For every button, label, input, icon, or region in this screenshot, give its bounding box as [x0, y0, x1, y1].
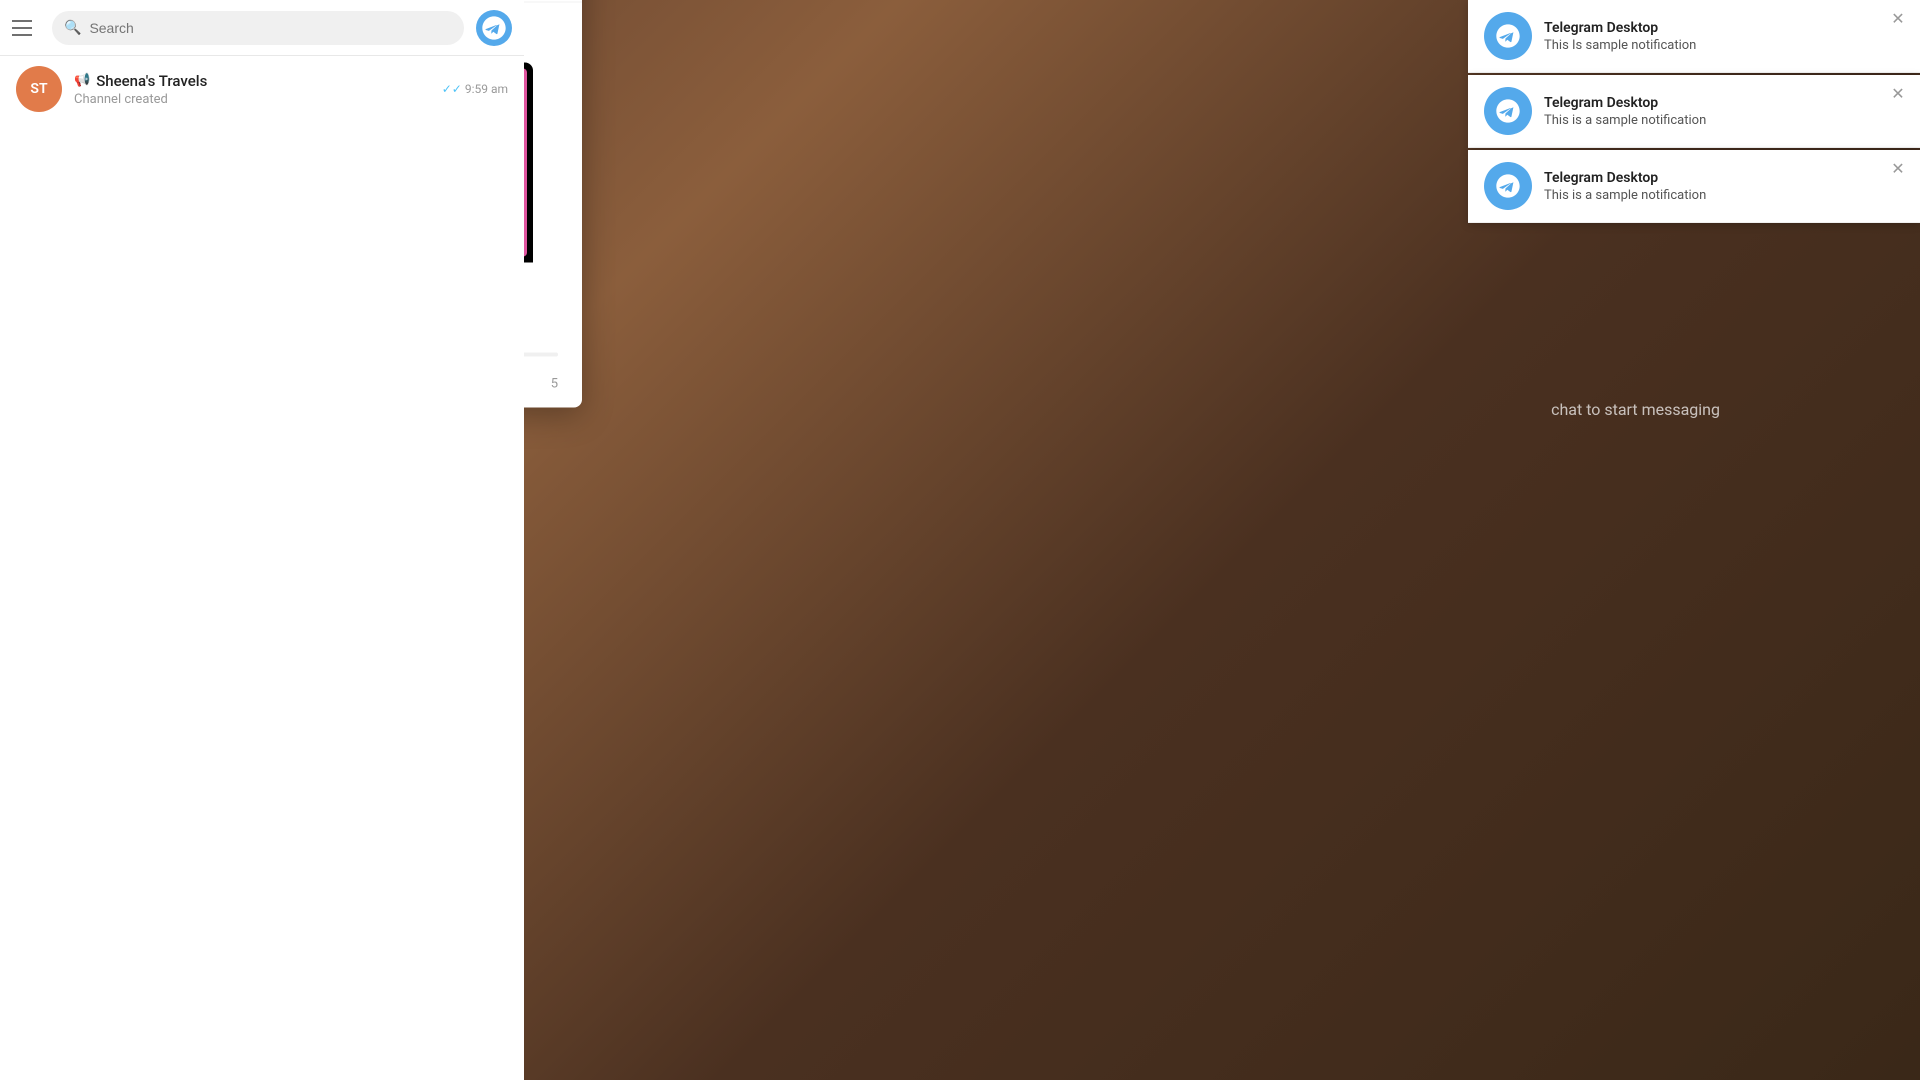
sidebar: 🔍 ST 📢 Sheena's Travels Channel created …: [0, 0, 524, 1080]
notification-text-1: This Is sample notification: [1544, 38, 1904, 53]
select-chat-message: chat to start messaging: [1551, 400, 1720, 419]
chat-name: 📢 Sheena's Travels: [74, 72, 430, 90]
chat-meta: ✓✓ 9:59 am: [442, 82, 508, 96]
avatar: ST: [16, 66, 62, 112]
notification-title-2: Telegram Desktop: [1544, 95, 1904, 111]
notification-title-1: Telegram Desktop: [1544, 20, 1904, 36]
notification-content-2: Telegram Desktop This is a sample notifi…: [1544, 95, 1904, 128]
notification-toast-3: Telegram Desktop This is a sample notifi…: [1468, 150, 1920, 223]
count-5[interactable]: 5: [551, 377, 558, 392]
sidebar-header: 🔍: [0, 0, 524, 56]
notification-toast-2: Telegram Desktop This is a sample notifi…: [1468, 75, 1920, 148]
notification-close-1[interactable]: ✕: [1888, 8, 1908, 28]
check-icon: ✓✓: [442, 82, 465, 96]
notification-text-2: This is a sample notification: [1544, 113, 1904, 128]
telegram-notification-icon-1: [1484, 12, 1532, 60]
chat-item-sheenas-travels[interactable]: ST 📢 Sheena's Travels Channel created ✓✓…: [0, 56, 524, 122]
chat-time-value: 9:59 am: [465, 82, 508, 96]
telegram-notification-icon-2: [1484, 87, 1532, 135]
notification-content-3: Telegram Desktop This is a sample notifi…: [1544, 170, 1904, 203]
search-icon: 🔍: [64, 20, 81, 36]
hamburger-menu-button[interactable]: [12, 14, 40, 42]
notification-close-3[interactable]: ✕: [1888, 158, 1908, 178]
search-input[interactable]: [89, 20, 452, 36]
notification-text-3: This is a sample notification: [1544, 188, 1904, 203]
chat-info: 📢 Sheena's Travels Channel created: [74, 72, 430, 107]
notifications-panel: Telegram Desktop This Is sample notifica…: [1468, 0, 1920, 223]
notification-content-1: Telegram Desktop This Is sample notifica…: [1544, 20, 1904, 53]
search-box[interactable]: 🔍: [52, 11, 464, 45]
chat-preview: Channel created: [74, 92, 430, 107]
notification-close-2[interactable]: ✕: [1888, 83, 1908, 103]
notification-toast-1: Telegram Desktop This Is sample notifica…: [1468, 0, 1920, 73]
telegram-logo: [476, 10, 512, 46]
notification-title-3: Telegram Desktop: [1544, 170, 1904, 186]
telegram-notification-icon-3: [1484, 162, 1532, 210]
